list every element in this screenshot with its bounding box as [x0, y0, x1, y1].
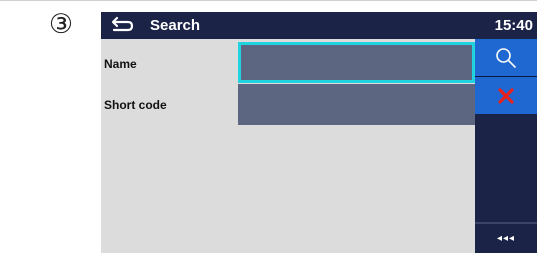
short-code-input[interactable] [238, 84, 475, 125]
step-marker: ③ [48, 9, 74, 40]
short-code-label: Short code [104, 98, 167, 112]
instrument-screen: Search 15:40 Name Short code ◂◂◂ [101, 12, 537, 253]
sidebar: ◂◂◂ [475, 39, 537, 253]
clock: 15:40 [494, 17, 533, 34]
search-button[interactable] [475, 39, 537, 76]
clear-button[interactable] [475, 76, 537, 114]
name-input[interactable] [238, 42, 475, 83]
close-icon [498, 87, 514, 104]
header-bar: Search 15:40 [101, 12, 537, 39]
more-options-button[interactable]: ◂◂◂ [475, 222, 537, 253]
name-label: Name [104, 57, 137, 71]
more-options-icon: ◂◂◂ [496, 233, 516, 244]
page-title: Search [150, 17, 201, 34]
search-icon [496, 47, 516, 68]
top-divider [0, 0, 537, 1]
back-arrow-icon[interactable] [111, 15, 137, 35]
